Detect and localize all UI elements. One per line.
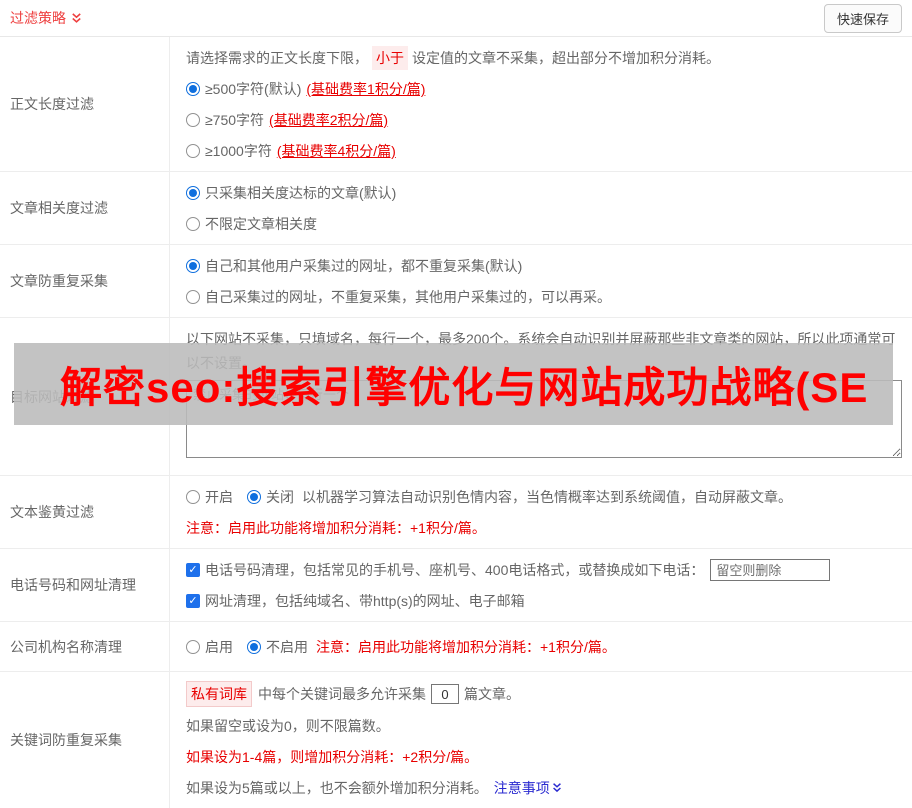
option-label: ≥1000字符: [205, 143, 272, 159]
radio-unchecked-icon[interactable]: [186, 490, 200, 504]
keyword-dedup-limit-line: 私有词库 中每个关键词最多允许采集 篇文章。: [186, 681, 904, 707]
filter-strategy-page: { "colors":{ "accent_red":"#e80000", "ov…: [0, 0, 912, 808]
radio-unchecked-icon[interactable]: [186, 640, 200, 654]
option-label: 自己和其他用户采集过的网址，都不重复采集(默认): [205, 258, 523, 274]
porn-filter-option-on[interactable]: 开启: [186, 485, 233, 509]
row-phone-url-clean: 电话号码和网址清理 电话号码清理，包括常见的手机号、座机号、400电话格式，或替…: [0, 549, 912, 622]
relevance-option-any[interactable]: 不限定文章相关度: [186, 212, 904, 236]
quick-save-button[interactable]: 快速保存: [823, 3, 902, 33]
keyword-dedup-hint-five: 如果设为5篇或以上，也不会额外增加积分消耗。 注意事项: [186, 776, 904, 800]
keyword-limit-input[interactable]: [431, 684, 459, 704]
phone-clean-option[interactable]: 电话号码清理，包括常见的手机号、座机号、400电话格式，或替换成如下电话：: [186, 558, 904, 582]
body-length-label: 正文长度过滤: [0, 37, 170, 171]
option-fee: (基础费率2积分/篇): [269, 112, 389, 128]
url-dedup-content: 自己和其他用户采集过的网址，都不重复采集(默认) 自己采集过的网址，不重复采集，…: [170, 245, 912, 317]
page-title: 过滤策略: [10, 10, 66, 26]
target-site-label: 目标网站过滤: [0, 318, 170, 475]
top-bar: 过滤策略 快速保存: [0, 0, 912, 37]
relevance-option-strict[interactable]: 只采集相关度达标的文章(默认): [186, 181, 904, 205]
company-clean-label: 公司机构名称清理: [0, 622, 170, 671]
row-porn-filter: 文本鉴黄过滤 开启 关闭 以机器学习算法自动识别色情内容，当色情概率达到系统阈值…: [0, 476, 912, 549]
intro-suffix: 设定值的文章不采集，超出部分不增加积分消耗。: [412, 50, 720, 66]
radio-unchecked-icon[interactable]: [186, 290, 200, 304]
company-clean-option-on[interactable]: 启用: [186, 635, 233, 659]
porn-filter-content: 开启 关闭 以机器学习算法自动识别色情内容，当色情概率达到系统阈值，自动屏蔽文章…: [170, 476, 912, 548]
body-length-option-500[interactable]: ≥500字符(默认) (基础费率1积分/篇): [186, 77, 904, 101]
option-label: 自己采集过的网址，不重复采集，其他用户采集过的，可以再采。: [205, 289, 611, 305]
intro-highlight: 小于: [372, 46, 408, 70]
option-label: 启用: [205, 639, 233, 655]
keyword-dedup-content: 私有词库 中每个关键词最多允许采集 篇文章。 如果留空或设为0，则不限篇数。 如…: [170, 672, 912, 808]
body-length-option-1000[interactable]: ≥1000字符 (基础费率4积分/篇): [186, 139, 904, 163]
phone-url-clean-label: 电话号码和网址清理: [0, 549, 170, 621]
radio-checked-icon[interactable]: [247, 640, 261, 654]
row-target-site-filter: 目标网站过滤 以下网站不采集，只填域名，每行一个，最多200个。系统会自动识别并…: [0, 318, 912, 476]
relevance-content: 只采集相关度达标的文章(默认) 不限定文章相关度: [170, 172, 912, 244]
radio-unchecked-icon[interactable]: [186, 113, 200, 127]
radio-checked-icon[interactable]: [186, 186, 200, 200]
row-relevance-filter: 文章相关度过滤 只采集相关度达标的文章(默认) 不限定文章相关度: [0, 172, 912, 245]
url-dedup-option-all[interactable]: 自己和其他用户采集过的网址，都不重复采集(默认): [186, 254, 904, 278]
option-label: 不启用: [266, 639, 308, 655]
relevance-label: 文章相关度过滤: [0, 172, 170, 244]
porn-filter-label: 文本鉴黄过滤: [0, 476, 170, 548]
body-length-intro: 请选择需求的正文长度下限， 小于 设定值的文章不采集，超出部分不增加积分消耗。: [186, 46, 904, 70]
blocked-sites-textarea[interactable]: [186, 380, 902, 458]
row-keyword-dedup: 关键词防重复采集 私有词库 中每个关键词最多允许采集 篇文章。 如果留空或设为0…: [0, 672, 912, 808]
target-site-content: 以下网站不采集，只填域名，每行一个，最多200个。系统会自动识别并屏蔽那些非文章…: [170, 318, 912, 475]
option-label: ≥750字符: [205, 112, 265, 128]
keyword-dedup-label: 关键词防重复采集: [0, 672, 170, 808]
page-title-toggle[interactable]: 过滤策略: [10, 8, 83, 28]
radio-unchecked-icon[interactable]: [186, 217, 200, 231]
hint-five-text: 如果设为5篇或以上，也不会额外增加积分消耗。: [186, 780, 488, 796]
option-label: ≥500字符(默认): [205, 81, 302, 97]
row-company-clean: 公司机构名称清理 启用 不启用 注意：启用此功能将增加积分消耗：+1积分/篇。: [0, 622, 912, 672]
porn-filter-options: 开启 关闭 以机器学习算法自动识别色情内容，当色情概率达到系统阈值，自动屏蔽文章…: [186, 485, 904, 509]
limit-text: 中每个关键词最多允许采集: [258, 686, 426, 702]
replacement-phone-input[interactable]: [710, 559, 831, 581]
option-fee: (基础费率4积分/篇): [276, 143, 396, 159]
row-url-dedup: 文章防重复采集 自己和其他用户采集过的网址，都不重复采集(默认) 自己采集过的网…: [0, 245, 912, 318]
option-label: 只采集相关度达标的文章(默认): [205, 185, 397, 201]
keyword-dedup-hint-fee: 如果设为1-4篇，则增加积分消耗：+2积分/篇。: [186, 749, 479, 765]
company-clean-content: 启用 不启用 注意：启用此功能将增加积分消耗：+1积分/篇。: [170, 622, 912, 671]
option-fee: (基础费率1积分/篇): [306, 81, 426, 97]
porn-filter-option-off[interactable]: 关闭: [247, 485, 294, 509]
radio-checked-icon[interactable]: [247, 490, 261, 504]
url-clean-option[interactable]: 网址清理，包括纯域名、带http(s)的网址、电子邮箱: [186, 589, 904, 613]
phone-url-clean-content: 电话号码清理，包括常见的手机号、座机号、400电话格式，或替换成如下电话： 网址…: [170, 549, 912, 621]
notice-link-label: 注意事项: [493, 780, 550, 796]
option-label: 不限定文章相关度: [205, 216, 317, 232]
porn-filter-note: 注意：启用此功能将增加积分消耗：+1积分/篇。: [186, 520, 486, 536]
option-label: 开启: [205, 489, 233, 505]
company-clean-options: 启用 不启用 注意：启用此功能将增加积分消耗：+1积分/篇。: [186, 635, 616, 659]
private-lexicon-badge: 私有词库: [186, 681, 252, 707]
checkbox-checked-icon[interactable]: [186, 594, 200, 608]
notice-link[interactable]: 注意事项: [494, 776, 563, 800]
double-chevron-down-icon: [70, 12, 83, 25]
url-dedup-option-self[interactable]: 自己采集过的网址，不重复采集，其他用户采集过的，可以再采。: [186, 285, 904, 309]
keyword-dedup-hint-zero: 如果留空或设为0，则不限篇数。: [186, 718, 390, 734]
checkbox-checked-icon[interactable]: [186, 563, 200, 577]
limit-suffix: 篇文章。: [464, 686, 520, 702]
radio-unchecked-icon[interactable]: [186, 144, 200, 158]
option-label: 关闭: [266, 489, 294, 505]
company-clean-note: 注意：启用此功能将增加积分消耗：+1积分/篇。: [316, 639, 616, 655]
company-clean-option-off[interactable]: 不启用: [247, 635, 308, 659]
phone-clean-text: 电话号码清理，包括常见的手机号、座机号、400电话格式，或替换成如下电话：: [205, 562, 705, 578]
radio-checked-icon[interactable]: [186, 259, 200, 273]
body-length-option-750[interactable]: ≥750字符 (基础费率2积分/篇): [186, 108, 904, 132]
porn-filter-description: 以机器学习算法自动识别色情内容，当色情概率达到系统阈值，自动屏蔽文章。: [302, 489, 792, 505]
body-length-content: 请选择需求的正文长度下限， 小于 设定值的文章不采集，超出部分不增加积分消耗。 …: [170, 37, 912, 171]
double-chevron-down-icon: [551, 782, 563, 794]
target-site-description: 以下网站不采集，只填域名，每行一个，最多200个。系统会自动识别并屏蔽那些非文章…: [186, 331, 896, 371]
url-dedup-label: 文章防重复采集: [0, 245, 170, 317]
url-clean-text: 网址清理，包括纯域名、带http(s)的网址、电子邮箱: [205, 593, 525, 609]
row-body-length-filter: 正文长度过滤 请选择需求的正文长度下限， 小于 设定值的文章不采集，超出部分不增…: [0, 37, 912, 172]
radio-checked-icon[interactable]: [186, 82, 200, 96]
intro-prefix: 请选择需求的正文长度下限，: [186, 50, 368, 66]
